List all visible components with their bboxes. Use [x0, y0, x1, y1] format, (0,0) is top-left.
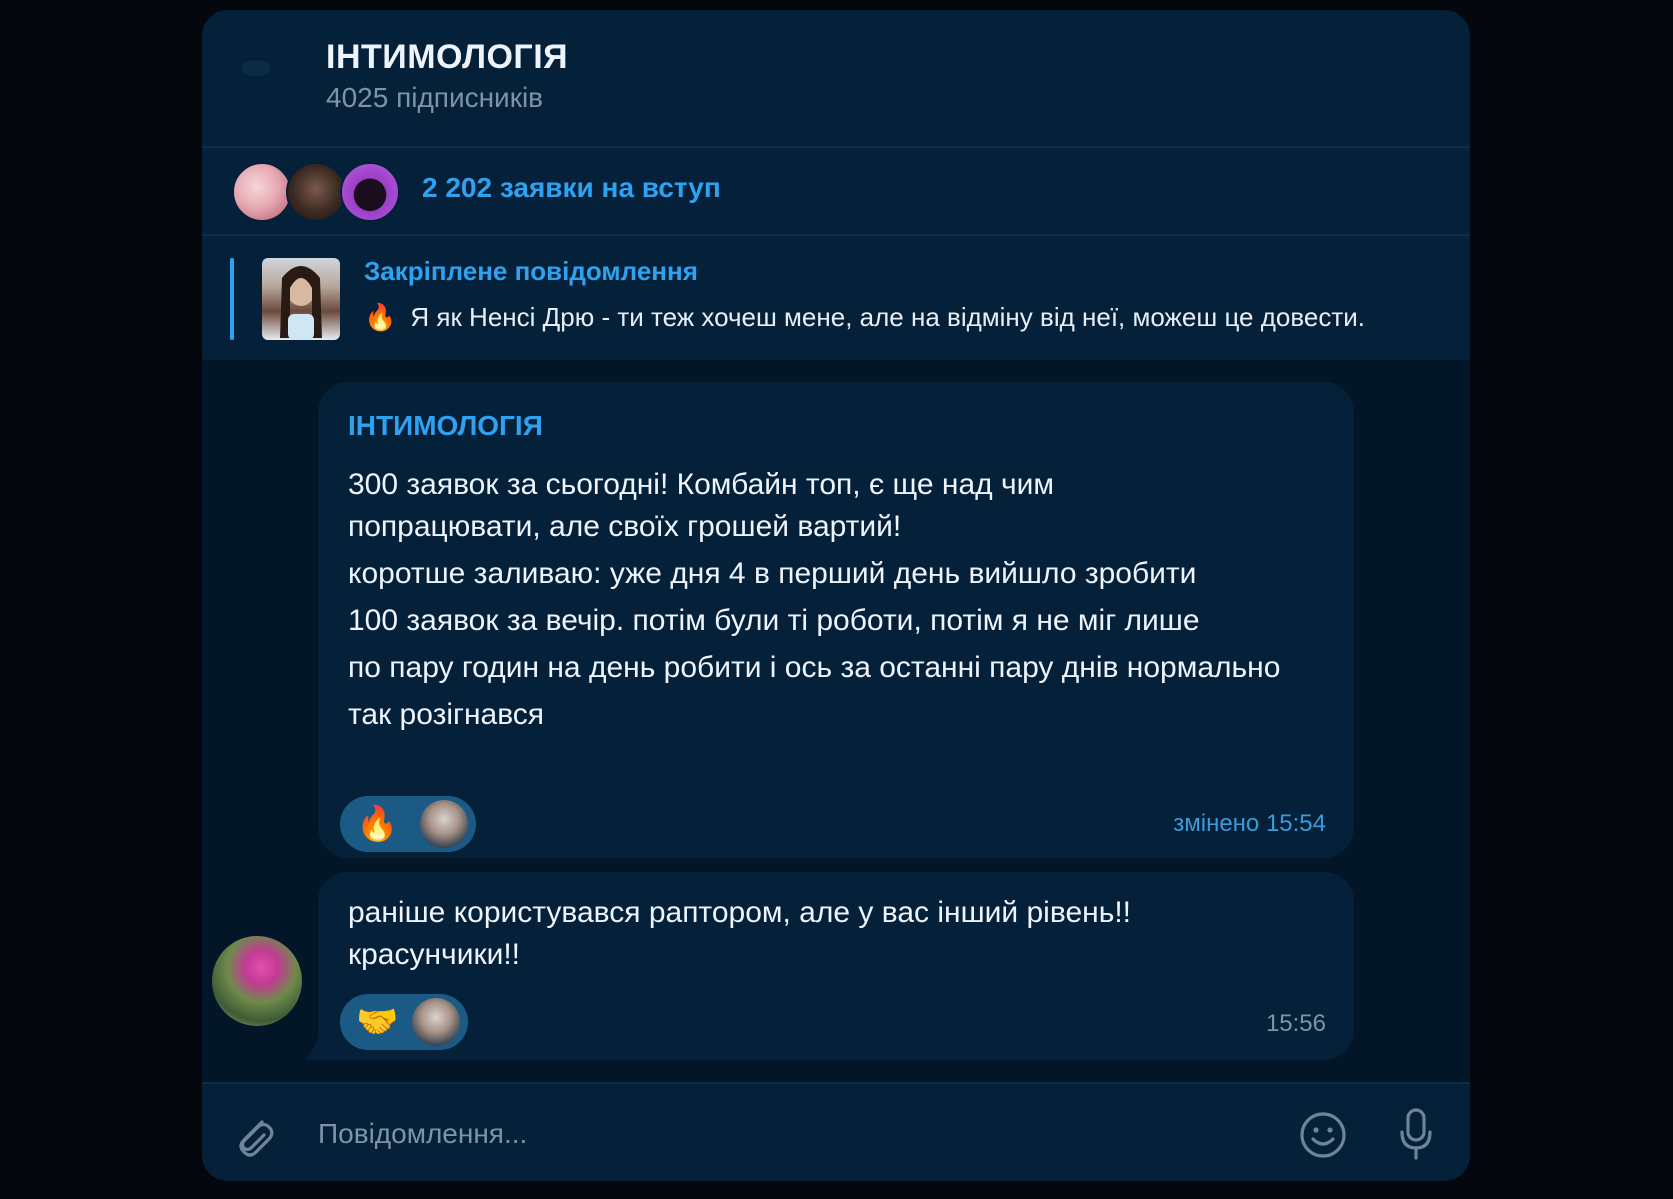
message-text: 300 заявок за сьогодні! Комбайн топ, є щ…: [348, 468, 1055, 543]
channel-avatar-icon: [242, 60, 270, 76]
subscriber-count: 4025 підписників: [326, 82, 544, 113]
requester-avatar: [286, 162, 346, 222]
requester-avatar: [340, 162, 400, 222]
reactor-avatar: [412, 998, 460, 1046]
bubble-tail: [303, 1032, 319, 1060]
join-requests-label: 2 202 заявки на вступ: [422, 172, 721, 203]
pinned-message[interactable]: Закріплене повідомлення 🔥 Я як Ненсі Дрю …: [202, 236, 1470, 360]
paperclip-icon[interactable]: [232, 1112, 276, 1158]
message-sender: ІНТИМОЛОГІЯ: [348, 410, 543, 441]
message-text: раніше користувався раптором, але у вас …: [348, 896, 1132, 971]
chat-window: ІНТИМОЛОГІЯ 4025 підписників 2 202 заявк…: [202, 10, 1470, 1181]
reaction-chip[interactable]: 🤝: [340, 994, 468, 1050]
pinned-accent-bar: [230, 258, 234, 340]
pinned-title: Закріплене повідомлення: [364, 256, 698, 286]
fire-icon: 🔥: [364, 302, 397, 332]
reactor-avatar: [420, 800, 468, 848]
smile-icon[interactable]: [1298, 1110, 1348, 1160]
message-bubble[interactable]: ІНТИМОЛОГІЯ 300 заявок за сьогодні! Комб…: [318, 382, 1354, 858]
message-bubble[interactable]: раніше користувався раптором, але у вас …: [318, 872, 1354, 1060]
composer: Повідомлення...: [202, 1082, 1470, 1181]
reaction-chip[interactable]: 🔥: [340, 796, 476, 852]
pinned-thumbnail: [262, 258, 340, 340]
message-text: коротше заливаю: уже дня 4 в перший день…: [348, 557, 1281, 731]
requester-avatar: [232, 162, 292, 222]
handshake-icon: 🤝: [356, 1003, 399, 1041]
message-input[interactable]: Повідомлення...: [318, 1118, 527, 1150]
pinned-preview: 🔥 Я як Ненсі Дрю - ти теж хочеш мене, але…: [364, 302, 1365, 333]
fire-icon: 🔥: [356, 805, 399, 843]
pinned-preview-text: Я як Ненсі Дрю - ти теж хочеш мене, але …: [410, 302, 1366, 332]
message-time: змінено 15:54: [1173, 810, 1326, 837]
microphone-icon[interactable]: [1398, 1108, 1434, 1162]
channel-header[interactable]: ІНТИМОЛОГІЯ 4025 підписників: [202, 10, 1470, 148]
channel-title: ІНТИМОЛОГІЯ: [326, 38, 569, 76]
message-time: 15:56: [1265, 1010, 1326, 1037]
sender-avatar[interactable]: [212, 936, 302, 1026]
join-requests-bar[interactable]: 2 202 заявки на вступ: [202, 148, 1470, 236]
